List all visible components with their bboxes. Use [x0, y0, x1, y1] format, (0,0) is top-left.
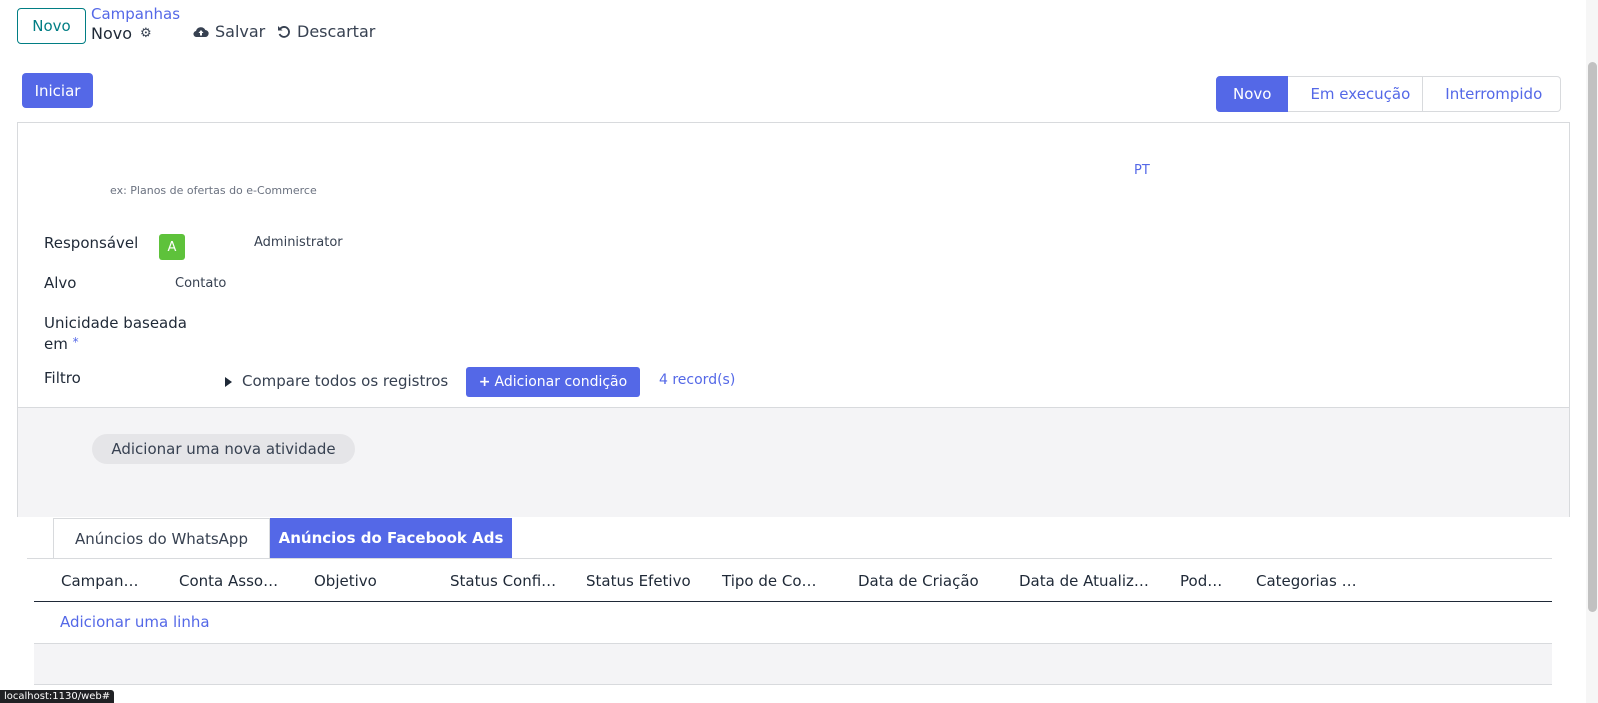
- save-button[interactable]: Salvar: [193, 22, 265, 41]
- breadcrumb-current: Novo ⚙: [91, 24, 152, 43]
- add-line-link[interactable]: Adicionar uma linha: [60, 613, 210, 631]
- language-badge[interactable]: PT: [1134, 163, 1150, 178]
- column-header-effective-status[interactable]: Status Efetivo: [586, 572, 691, 590]
- tabs-divider: [27, 558, 1552, 559]
- plus-icon: +: [478, 374, 491, 390]
- column-header-pod[interactable]: Pod…: [1180, 572, 1222, 590]
- responsible-field[interactable]: Administrator: [254, 235, 343, 250]
- column-header-categories[interactable]: Categorias …: [1256, 572, 1357, 590]
- column-header-config-status[interactable]: Status Confi…: [450, 572, 556, 590]
- column-header-account[interactable]: Conta Asso…: [179, 572, 278, 590]
- responsible-label: Responsável: [44, 234, 139, 252]
- column-header-created-date[interactable]: Data de Criação: [858, 572, 979, 590]
- column-header-updated-date[interactable]: Data de Atualiz…: [1019, 572, 1149, 590]
- add-activity-button[interactable]: Adicionar uma nova atividade: [92, 434, 355, 464]
- target-field[interactable]: Contato: [175, 276, 226, 291]
- avatar: A: [159, 234, 185, 260]
- undo-icon: [278, 25, 290, 38]
- tab-facebook-ads[interactable]: Anúncios do Facebook Ads: [270, 518, 512, 558]
- uniqueness-label: Unicidade baseada em *: [44, 314, 187, 353]
- tab-whatsapp-ads[interactable]: Anúncios do WhatsApp: [53, 518, 270, 558]
- stage-novo[interactable]: Novo: [1216, 76, 1289, 112]
- column-header-campaign[interactable]: Campan…: [61, 572, 139, 590]
- filter-label: Filtro: [44, 369, 81, 387]
- new-record-button[interactable]: Novo: [17, 8, 86, 44]
- status-url-tooltip: localhost:1130/web#: [0, 690, 115, 703]
- cloud-upload-icon: [193, 26, 209, 37]
- add-condition-label: Adicionar condição: [494, 374, 628, 390]
- table-row: [34, 644, 1552, 684]
- breadcrumb-current-label: Novo: [91, 24, 133, 43]
- records-count-link[interactable]: 4 record(s): [659, 372, 735, 388]
- scrollbar-thumb[interactable]: [1588, 62, 1597, 612]
- uniqueness-label-line1: Unicidade baseada: [44, 314, 187, 332]
- campaign-name-input[interactable]: ex: Planos de ofertas do e-Commerce: [110, 184, 317, 197]
- stage-bar: Novo Em execução Interrompido: [1216, 76, 1562, 112]
- column-header-type[interactable]: Tipo de Co…: [722, 572, 817, 590]
- column-header-objective[interactable]: Objetivo: [314, 572, 377, 590]
- uniqueness-label-line2: em: [44, 335, 68, 353]
- required-marker: *: [72, 335, 79, 349]
- filter-compare-text[interactable]: Compare todos os registros: [242, 372, 448, 390]
- save-label: Salvar: [215, 22, 266, 41]
- caret-right-icon[interactable]: [225, 377, 232, 387]
- gear-icon[interactable]: ⚙: [140, 26, 152, 41]
- discard-label: Descartar: [297, 22, 376, 41]
- target-label: Alvo: [44, 274, 77, 292]
- stage-em-execucao[interactable]: Em execução: [1288, 76, 1424, 112]
- breadcrumb-parent-link[interactable]: Campanhas: [91, 5, 180, 23]
- discard-button[interactable]: Descartar: [277, 22, 375, 41]
- stage-interrompido[interactable]: Interrompido: [1423, 76, 1562, 112]
- start-button[interactable]: Iniciar: [22, 73, 93, 108]
- add-condition-button[interactable]: + Adicionar condição: [466, 367, 640, 397]
- table-row-divider: [34, 684, 1552, 685]
- table-header-divider: [34, 601, 1552, 602]
